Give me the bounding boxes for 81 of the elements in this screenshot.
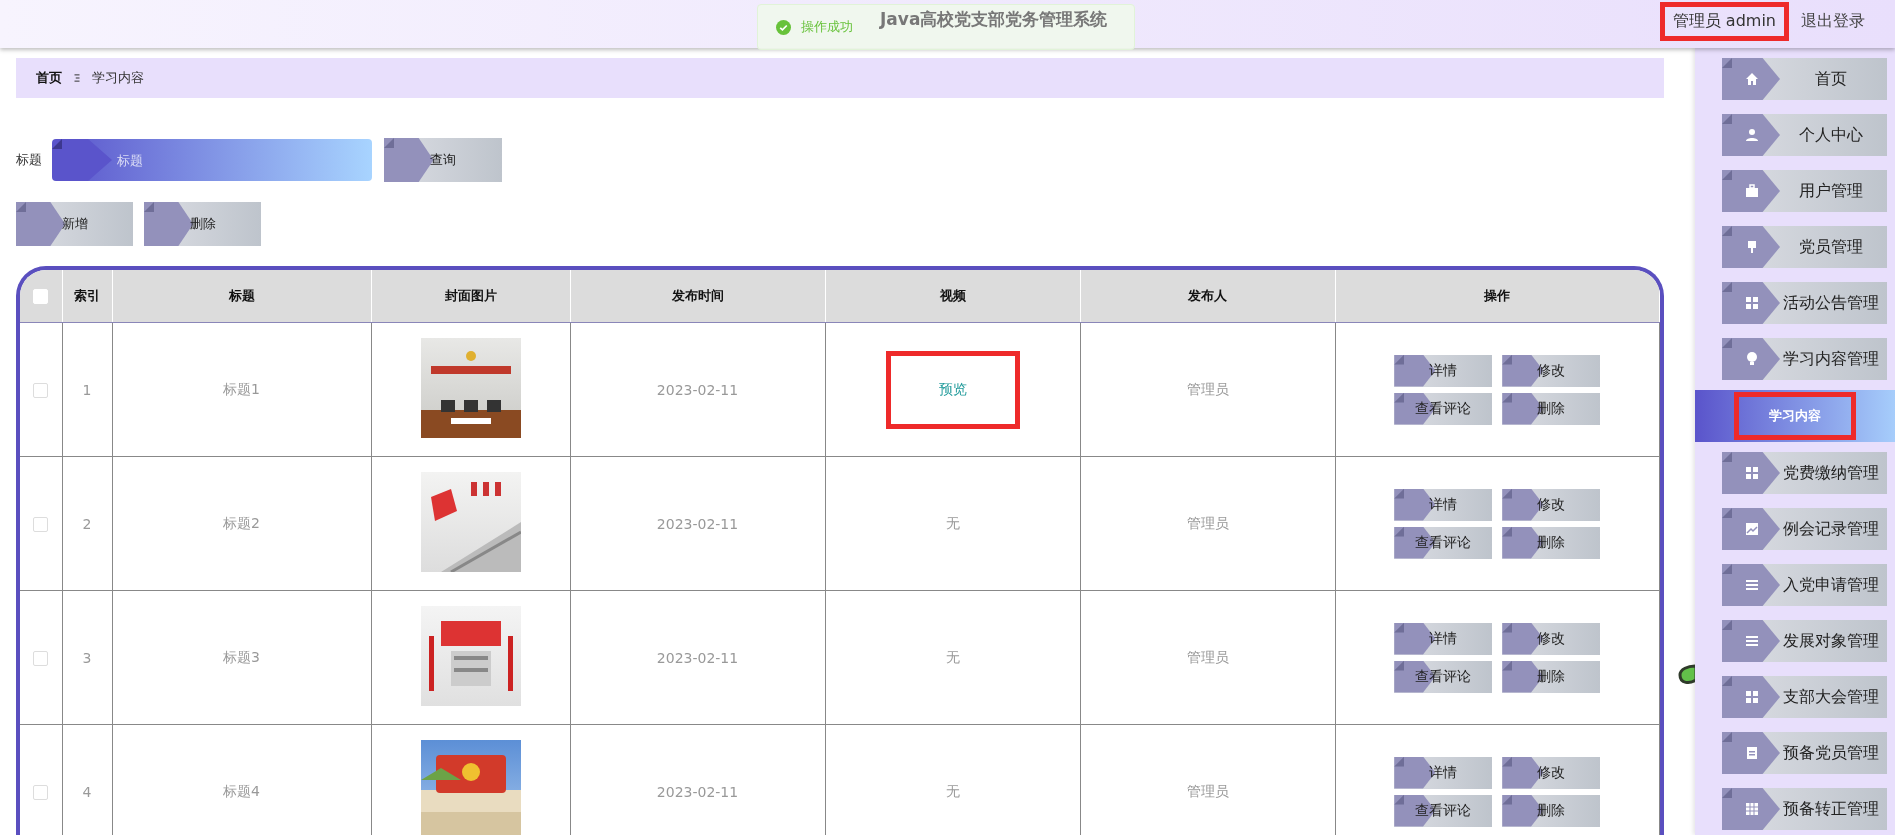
preview-link[interactable]: 预览 <box>938 380 967 397</box>
publisher-cell: 管理员 <box>1080 322 1335 457</box>
title-cell: 标题3 <box>112 590 371 725</box>
index-cell: 3 <box>62 590 112 725</box>
details-button[interactable]: 详情 <box>1394 756 1493 789</box>
publisher-cell: 管理员 <box>1080 590 1335 725</box>
delete-button[interactable]: 删除 <box>1502 392 1601 425</box>
home-icon <box>1744 71 1760 87</box>
sidebar-item[interactable]: 支部大会管理 <box>1722 676 1887 718</box>
details-button[interactable]: 详情 <box>1394 354 1493 387</box>
sidebar-item[interactable]: 党员管理 <box>1722 226 1887 268</box>
column-header[interactable]: 操作 <box>1335 270 1660 323</box>
table-icon <box>1744 801 1760 817</box>
check-circle-icon <box>776 19 791 35</box>
column-header[interactable]: 封面图片 <box>371 270 570 323</box>
view-comments-button[interactable]: 查看评论 <box>1394 794 1493 827</box>
sidebar-item[interactable]: 学习内容管理 <box>1722 338 1887 380</box>
list-icon <box>1744 633 1760 649</box>
separator-icon <box>72 72 82 84</box>
column-header[interactable]: 标题 <box>112 270 371 323</box>
view-comments-button[interactable]: 查看评论 <box>1394 392 1493 425</box>
user-name: 管理员 admin <box>1659 1 1789 41</box>
row-checkbox[interactable] <box>33 516 49 532</box>
edit-button[interactable]: 修改 <box>1502 354 1601 387</box>
date-cell: 2023-02-11 <box>570 322 825 457</box>
edit-button[interactable]: 修改 <box>1502 488 1601 521</box>
search-label: 标题 <box>16 151 42 169</box>
app-title: Java高校党支部党务管理系统 <box>880 8 1108 31</box>
select-all-checkbox[interactable] <box>33 289 49 304</box>
sidebar-item[interactable]: 首页 <box>1722 58 1887 100</box>
chart-icon <box>1744 521 1760 537</box>
row-checkbox[interactable] <box>33 382 49 398</box>
breadcrumb-link[interactable]: 首页 <box>36 69 62 87</box>
delete-button[interactable]: 删除 <box>1502 660 1601 693</box>
query-button[interactable]: 查询 <box>384 138 502 182</box>
sidebar-item[interactable]: 入党申请管理 <box>1722 564 1887 606</box>
sidebar-item[interactable]: 用户管理 <box>1722 170 1887 212</box>
edit-button[interactable]: 修改 <box>1502 622 1601 655</box>
delete-button[interactable]: 删除 <box>144 202 261 246</box>
sidebar-item[interactable]: 预备党员管理 <box>1722 732 1887 774</box>
index-cell: 2 <box>62 456 112 591</box>
view-comments-button[interactable]: 查看评论 <box>1394 660 1493 693</box>
clipboard-icon <box>1744 745 1760 761</box>
sidebar-item[interactable]: 例会记录管理 <box>1722 508 1887 550</box>
person-icon <box>1744 127 1760 143</box>
date-cell: 2023-02-11 <box>570 590 825 725</box>
row-checkbox[interactable] <box>33 650 49 666</box>
view-comments-button[interactable]: 查看评论 <box>1394 526 1493 559</box>
list-icon <box>1744 577 1760 593</box>
title-cell: 标题2 <box>112 456 371 591</box>
sidebar-item[interactable]: 发展对象管理 <box>1722 620 1887 662</box>
column-header[interactable]: 索引 <box>62 270 112 323</box>
row-checkbox[interactable] <box>33 784 49 800</box>
video-cell: 无 <box>825 456 1080 591</box>
delete-button[interactable]: 删除 <box>1502 794 1601 827</box>
column-header[interactable]: 视频 <box>825 270 1080 323</box>
sidebar-item[interactable]: 活动公告管理 <box>1722 282 1887 324</box>
index-cell: 1 <box>62 322 112 457</box>
sidebar-item[interactable]: 个人中心 <box>1722 114 1887 156</box>
grid-icon <box>1744 295 1760 311</box>
grid-icon <box>1744 689 1760 705</box>
grid-icon <box>1744 465 1760 481</box>
logout-link[interactable]: 退出登录 <box>1801 10 1865 32</box>
briefcase-icon <box>1744 183 1760 199</box>
bulb-icon <box>1744 351 1760 367</box>
date-cell: 2023-02-11 <box>570 456 825 591</box>
breadcrumb-current: 学习内容 <box>92 69 144 87</box>
sidebar-item[interactable]: 预备转正管理 <box>1722 788 1887 830</box>
add-button[interactable]: 新增 <box>16 202 133 246</box>
details-button[interactable]: 详情 <box>1394 622 1493 655</box>
delete-button[interactable]: 删除 <box>1502 526 1601 559</box>
edit-button[interactable]: 修改 <box>1502 756 1601 789</box>
title-cell: 标题1 <box>112 322 371 457</box>
details-button[interactable]: 详情 <box>1394 488 1493 521</box>
column-header[interactable]: 发布时间 <box>570 270 825 323</box>
sidebar-item[interactable]: 党费缴纳管理 <box>1722 452 1887 494</box>
publisher-cell: 管理员 <box>1080 456 1335 591</box>
toast-message: 操作成功 <box>801 18 853 36</box>
video-cell: 无 <box>825 590 1080 725</box>
title-search-field[interactable]: 标题 <box>52 139 372 181</box>
column-header[interactable]: 发布人 <box>1080 270 1335 323</box>
